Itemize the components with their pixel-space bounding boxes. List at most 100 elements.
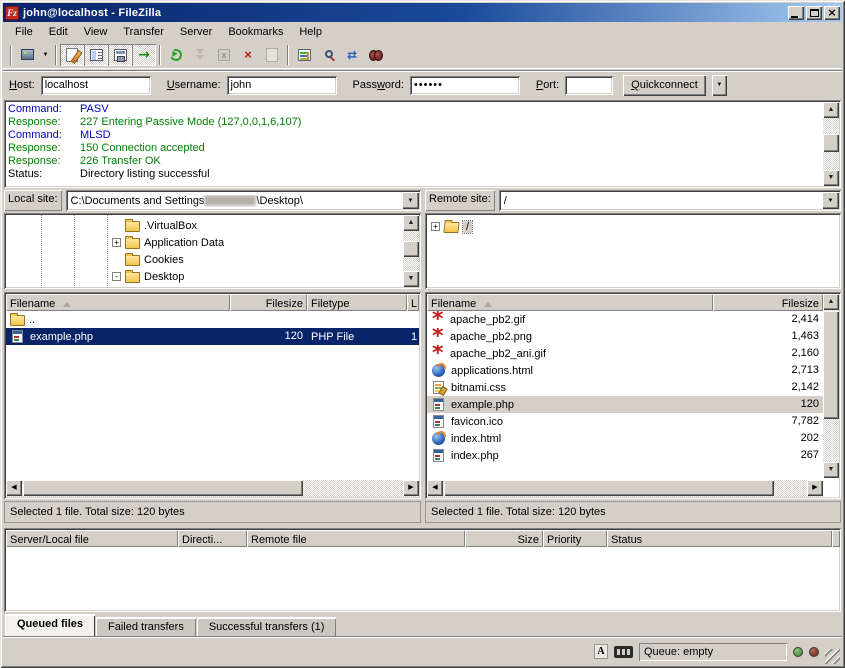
column-header-priority[interactable]: Priority: [543, 530, 607, 547]
local-site-combo[interactable]: C:\Documents and Settings\Desktop\ ▼: [66, 190, 421, 211]
scroll-left-icon[interactable]: ◀: [6, 480, 22, 496]
scroll-up-icon[interactable]: ▲: [403, 215, 419, 231]
close-button[interactable]: ×: [824, 6, 840, 20]
column-header-filetype[interactable]: Filetype: [307, 294, 407, 311]
username-input[interactable]: john: [227, 76, 337, 95]
combo-dropdown-button[interactable]: ▼: [822, 192, 839, 209]
column-header-filesize[interactable]: Filesize: [230, 294, 307, 311]
expand-icon[interactable]: +: [112, 238, 121, 247]
toggle-local-tree-button[interactable]: [84, 44, 108, 66]
scroll-left-icon[interactable]: ◀: [427, 480, 443, 496]
scroll-right-icon[interactable]: ▶: [807, 480, 823, 496]
list-item[interactable]: apache_pb2.gif2,414: [427, 311, 823, 328]
menu-help[interactable]: Help: [291, 24, 330, 40]
toggle-transfer-queue-button[interactable]: →: [132, 44, 156, 66]
list-item[interactable]: index.html202: [427, 430, 823, 447]
synchronized-browsing-button[interactable]: ⇄: [340, 44, 364, 66]
list-item[interactable]: apache_pb2_ani.gif2,160: [427, 345, 823, 362]
folder-icon: [125, 238, 140, 249]
find-files-button[interactable]: [364, 44, 388, 66]
tab-queued-files[interactable]: Queued files: [5, 614, 95, 636]
scrollbar-thumb[interactable]: [823, 134, 839, 152]
tab-failed-transfers[interactable]: Failed transfers: [96, 617, 196, 636]
quickconnect-button[interactable]: Quickconnect: [623, 75, 706, 96]
tree-item-root[interactable]: +/: [431, 218, 837, 235]
tab-successful-transfers[interactable]: Successful transfers (1): [197, 617, 337, 636]
scroll-up-icon[interactable]: ▲: [823, 294, 839, 310]
toolbar-grip: [10, 45, 12, 65]
password-input[interactable]: ••••••: [410, 76, 520, 95]
minimize-button[interactable]: [788, 6, 804, 20]
redacted-username: [204, 195, 256, 206]
filter-button[interactable]: [292, 44, 316, 66]
menu-server[interactable]: Server: [172, 24, 220, 40]
column-header-remote-file[interactable]: Remote file: [247, 530, 465, 547]
menu-transfer[interactable]: Transfer: [115, 24, 172, 40]
list-item-example-php[interactable]: example.php 120 PHP File 1: [6, 328, 419, 345]
scroll-down-icon[interactable]: ▼: [823, 462, 839, 478]
expand-icon[interactable]: +: [431, 222, 440, 231]
quickconnect-dropdown-button[interactable]: ▼: [712, 75, 727, 96]
tree-item-virtualbox[interactable]: .VirtualBox: [112, 217, 403, 234]
tree-item-application-data[interactable]: +Application Data: [112, 234, 403, 251]
list-item[interactable]: apache_pb2.png1,463: [427, 328, 823, 345]
column-header-filename[interactable]: Filename: [6, 294, 230, 311]
sync-arrows-icon: ⇄: [347, 49, 357, 61]
process-queue-button[interactable]: [188, 44, 212, 66]
remote-list-header: Filename Filesize: [427, 294, 823, 311]
site-manager-dropdown-button[interactable]: ▼: [39, 44, 52, 66]
toggle-remote-tree-button[interactable]: [108, 44, 132, 66]
log-scrollbar[interactable]: ▲ ▼: [823, 102, 839, 186]
list-item[interactable]: applications.html2,713: [427, 362, 823, 379]
site-manager-button[interactable]: [15, 44, 39, 66]
list-item[interactable]: index.php267: [427, 447, 823, 464]
menu-view[interactable]: View: [76, 24, 116, 40]
collapse-icon[interactable]: -: [112, 272, 121, 281]
column-header-filename[interactable]: Filename: [427, 294, 713, 311]
menu-bookmarks[interactable]: Bookmarks: [220, 24, 291, 40]
scrollbar-thumb[interactable]: [444, 480, 774, 496]
local-tree-scrollbar[interactable]: ▲ ▼: [403, 215, 419, 287]
directory-comparison-button[interactable]: [316, 44, 340, 66]
column-header-direction[interactable]: Directi...: [178, 530, 247, 547]
minimize-icon: [791, 16, 798, 18]
scrollbar-thumb[interactable]: [23, 480, 303, 496]
list-item-selected[interactable]: example.php120: [427, 396, 823, 413]
column-header-server-local-file[interactable]: Server/Local file: [6, 530, 178, 547]
column-header-lastmodified[interactable]: L: [407, 294, 419, 311]
scroll-down-icon[interactable]: ▼: [823, 170, 839, 186]
scroll-right-icon[interactable]: ▶: [403, 480, 419, 496]
disconnect-button[interactable]: ×: [236, 44, 260, 66]
scrollbar-thumb[interactable]: [403, 241, 419, 257]
reconnect-button[interactable]: [260, 44, 284, 66]
column-header-status[interactable]: Status: [607, 530, 832, 547]
message-log-icon: [66, 48, 78, 62]
toggle-message-log-button[interactable]: [60, 44, 84, 66]
tree-item-cookies[interactable]: Cookies: [112, 251, 403, 268]
combo-dropdown-button[interactable]: ▼: [402, 192, 419, 209]
resize-grip[interactable]: [825, 649, 840, 664]
scrollbar-thumb[interactable]: [823, 311, 839, 419]
port-input[interactable]: [565, 76, 613, 95]
menu-edit[interactable]: Edit: [41, 24, 76, 40]
scroll-up-icon[interactable]: ▲: [823, 102, 839, 118]
local-horizontal-scrollbar[interactable]: ◀ ▶: [6, 480, 419, 497]
host-input[interactable]: localhost: [41, 76, 151, 95]
maximize-button[interactable]: [806, 6, 822, 20]
column-header-size[interactable]: Size: [465, 530, 543, 547]
list-item[interactable]: bitnami.css2,142: [427, 379, 823, 396]
list-item-parent-dir[interactable]: ..: [6, 311, 419, 328]
remote-site-combo[interactable]: / ▼: [499, 190, 841, 211]
local-site-row: Local site: C:\Documents and Settings\De…: [4, 190, 421, 211]
remote-horizontal-scrollbar[interactable]: ◀ ▶: [427, 480, 823, 497]
list-item[interactable]: favicon.ico7,782: [427, 413, 823, 430]
php-file-icon: [433, 398, 444, 411]
cancel-operation-button[interactable]: x: [212, 44, 236, 66]
scroll-down-icon[interactable]: ▼: [403, 271, 419, 287]
tree-item-desktop[interactable]: -Desktop: [112, 268, 403, 285]
remote-vertical-scrollbar[interactable]: ▲ ▼: [823, 294, 839, 478]
log-line: Command:PASV: [8, 103, 821, 116]
refresh-button[interactable]: [164, 44, 188, 66]
menu-file[interactable]: File: [7, 24, 41, 40]
column-header-filesize[interactable]: Filesize: [713, 294, 823, 311]
